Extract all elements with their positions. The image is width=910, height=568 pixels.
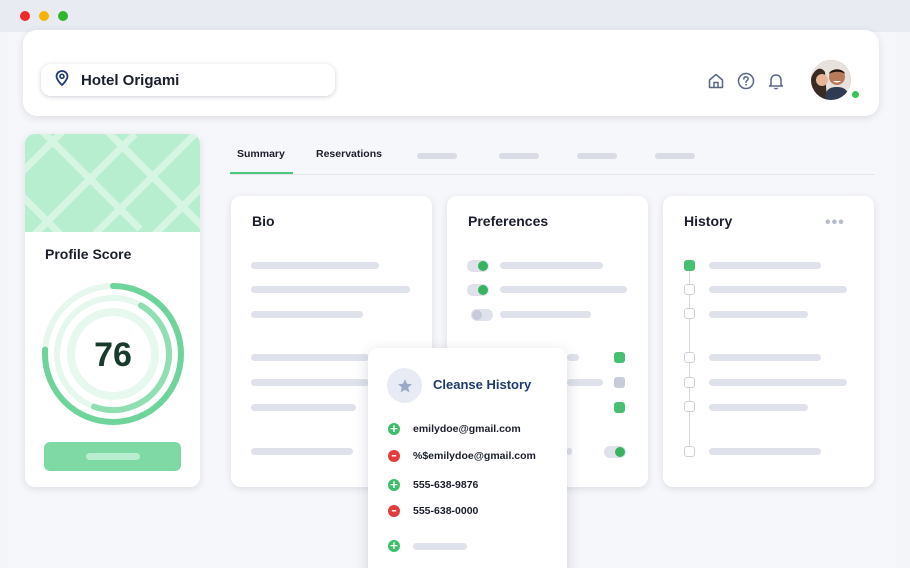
maximize-window-button[interactable] xyxy=(58,11,68,21)
skeleton-line xyxy=(567,354,579,361)
cleanse-history-title: Cleanse History xyxy=(433,377,532,392)
remove-icon[interactable]: – xyxy=(388,505,400,517)
skeleton-line xyxy=(709,286,847,293)
skeleton-line xyxy=(251,354,369,361)
timeline-node[interactable] xyxy=(684,308,695,319)
star-icon xyxy=(387,368,422,403)
tab-summary[interactable]: Summary xyxy=(237,148,285,160)
preference-checkbox[interactable] xyxy=(614,352,625,363)
timeline-node[interactable] xyxy=(684,284,695,295)
preference-toggle[interactable] xyxy=(467,260,489,272)
skeleton-line xyxy=(567,448,572,455)
skeleton-line xyxy=(251,379,369,386)
cleanse-entry-text: %$emilydoe@gmail.com xyxy=(413,450,536,462)
cleanse-entry-text: 555-638-0000 xyxy=(413,505,479,517)
preferences-title: Preferences xyxy=(468,213,549,229)
profile-banner xyxy=(25,134,200,232)
history-panel: History ••• xyxy=(663,196,874,487)
add-icon[interactable]: + xyxy=(388,540,400,552)
tab-reservations[interactable]: Reservations xyxy=(316,148,382,160)
location-pin-icon xyxy=(55,69,81,91)
skeleton-line xyxy=(251,404,356,411)
cleanse-entry-text: emilydoe@gmail.com xyxy=(413,423,521,435)
skeleton-line xyxy=(251,448,353,455)
cleanse-entry[interactable]: + emilydoe@gmail.com xyxy=(388,423,521,435)
window-titlebar xyxy=(0,0,910,32)
skeleton-line xyxy=(709,354,821,361)
preference-toggle[interactable] xyxy=(604,446,626,458)
skeleton-line xyxy=(709,448,821,455)
history-title: History xyxy=(684,213,733,229)
cleanse-entry[interactable]: + 555-638-9876 xyxy=(388,479,478,491)
timeline-node[interactable] xyxy=(684,352,695,363)
timeline-node[interactable] xyxy=(684,401,695,412)
tab-placeholder[interactable] xyxy=(577,153,617,159)
add-icon[interactable]: + xyxy=(388,423,400,435)
online-status-badge xyxy=(851,90,860,99)
timeline-node[interactable] xyxy=(684,260,695,271)
active-tab-indicator xyxy=(230,172,293,174)
remove-icon[interactable]: – xyxy=(388,450,400,462)
bell-icon[interactable] xyxy=(767,72,785,95)
close-window-button[interactable] xyxy=(20,11,30,21)
skeleton-line xyxy=(567,379,603,386)
add-icon[interactable]: + xyxy=(388,479,400,491)
skeleton-line xyxy=(709,311,808,318)
help-icon[interactable] xyxy=(737,72,755,95)
profile-score-button[interactable] xyxy=(44,442,181,471)
timeline-node[interactable] xyxy=(684,377,695,388)
top-header: Hotel Origami xyxy=(23,30,879,116)
preference-toggle[interactable] xyxy=(467,284,489,296)
user-avatar[interactable] xyxy=(811,60,851,100)
bio-title: Bio xyxy=(252,213,275,229)
home-icon[interactable] xyxy=(707,72,725,95)
skeleton-line xyxy=(251,311,363,318)
tab-placeholder[interactable] xyxy=(655,153,695,159)
skeleton-line xyxy=(500,262,603,269)
hotel-selector[interactable]: Hotel Origami xyxy=(41,64,335,96)
timeline-node[interactable] xyxy=(684,446,695,457)
profile-score-title: Profile Score xyxy=(45,246,132,262)
tab-placeholder[interactable] xyxy=(417,153,457,159)
tab-placeholder[interactable] xyxy=(499,153,539,159)
more-options-icon[interactable]: ••• xyxy=(825,214,845,232)
preference-checkbox[interactable] xyxy=(614,377,625,388)
skeleton-line xyxy=(413,542,467,550)
cleanse-entry-text: 555-638-9876 xyxy=(413,479,479,491)
tab-bar: Summary Reservations xyxy=(230,140,875,175)
skeleton-line xyxy=(500,311,591,318)
cleanse-entry[interactable]: – %$emilydoe@gmail.com xyxy=(388,450,536,462)
profile-score-value: 76 xyxy=(94,336,132,374)
profile-score-card: Profile Score 76 xyxy=(25,134,200,487)
skeleton-line xyxy=(709,404,808,411)
skeleton-line xyxy=(709,379,847,386)
preference-toggle[interactable] xyxy=(471,309,493,321)
cleanse-entry[interactable]: – 555-638-0000 xyxy=(388,505,478,517)
cleanse-entry[interactable]: + xyxy=(388,540,467,552)
skeleton-line xyxy=(500,286,627,293)
cleanse-history-popup: Cleanse History + emilydoe@gmail.com – %… xyxy=(368,348,567,568)
minimize-window-button[interactable] xyxy=(39,11,49,21)
preference-checkbox[interactable] xyxy=(614,402,625,413)
skeleton-line xyxy=(251,286,410,293)
button-label-placeholder xyxy=(86,453,140,460)
skeleton-line xyxy=(251,262,379,269)
skeleton-line xyxy=(709,262,821,269)
hotel-name: Hotel Origami xyxy=(81,71,180,89)
